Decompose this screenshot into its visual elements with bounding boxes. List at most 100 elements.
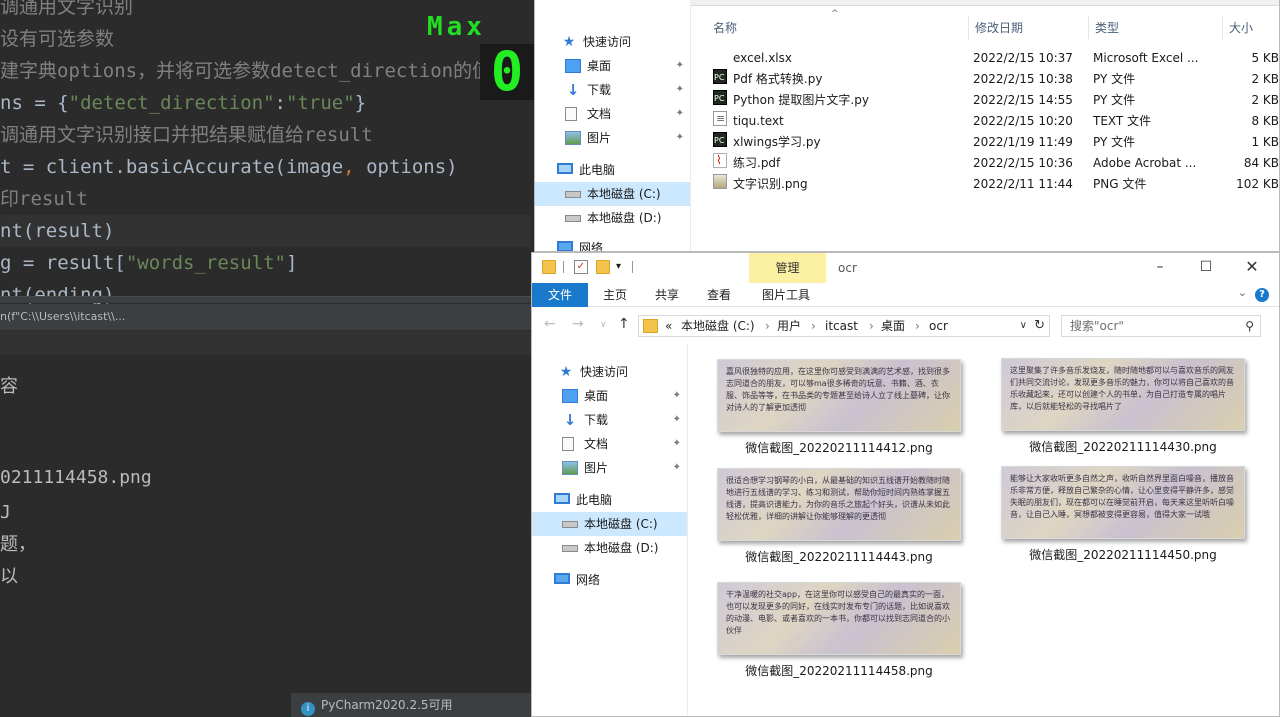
thumbnail-preview[interactable]: 这里聚集了许多音乐发烧友，随时随地都可以与喜欢音乐的网友们共同交流讨论，发现更多… (1001, 358, 1245, 431)
output-line: 0211114458.png (0, 467, 152, 488)
column-header-type[interactable]: 类型 (1089, 16, 1223, 40)
nav-item-document[interactable]: 文档 ✦ (535, 102, 690, 126)
this-pc-icon (554, 493, 570, 504)
tab-manage[interactable]: 管理 (749, 253, 826, 283)
panel-splitter[interactable] (0, 296, 531, 303)
breadcrumb-ocr[interactable]: ocr (929, 316, 948, 336)
breadcrumb-local-disk-c[interactable]: 本地磁盘 (C:) (681, 316, 755, 336)
tab-share[interactable]: 共享 (648, 283, 686, 307)
code-comment-line[interactable]: 设有可选参数 (0, 23, 114, 55)
address-dropdown-icon[interactable]: ∨ (1020, 316, 1027, 336)
pin-icon[interactable]: ✦ (676, 54, 684, 78)
nav-item-pictures[interactable]: 图片 ✦ (535, 126, 690, 150)
run-tab-bar[interactable]: n(f"C:\\Users\\itcast\\... (0, 304, 531, 330)
thumbnail-preview[interactable]: 嘉风很独特的应用，在这里你可感受到满满的艺术感，找到很多志同道合的朋友，可以够m… (717, 359, 961, 432)
thumbnail-filename[interactable]: 微信截图_20220211114430.png (981, 438, 1265, 455)
nav-item-desktop[interactable]: 桌面 ✦ (532, 384, 687, 408)
pin-icon[interactable]: ✦ (673, 408, 681, 432)
nav-item-pictures[interactable]: 图片 ✦ (532, 456, 687, 480)
pictures-icon (565, 131, 581, 145)
file-row[interactable]: tiqu.text 2022/2/15 10:20 TEXT 文件 8 KB (707, 108, 1279, 132)
column-header-name[interactable]: 名称 (707, 16, 969, 40)
title-bar[interactable]: ✓ ▾ 管理 ocr – ☐ ✕ (532, 253, 1279, 283)
run-config-label[interactable]: n(f"C:\\Users\\itcast\\... (0, 310, 125, 323)
file-row[interactable]: Python 提取图片文字.py 2022/2/15 14:55 PY 文件 2 KB (707, 88, 1279, 111)
new-folder-icon[interactable] (596, 260, 610, 274)
minimize-button[interactable]: – (1137, 253, 1183, 283)
pin-icon[interactable]: ✦ (673, 384, 681, 408)
tab-view[interactable]: 查看 (700, 283, 738, 307)
nav-item-disk[interactable]: 本地磁盘 (D:) (532, 536, 687, 560)
pin-icon[interactable]: ✦ (676, 126, 684, 150)
recent-dropdown-icon[interactable]: ∨ (600, 320, 607, 330)
pin-icon[interactable]: ✦ (673, 456, 681, 480)
thumbnail-preview[interactable]: 能够让大家收听更多自然之声，收听自然界里面白噪音，播放音乐非常方便，释放自己繁杂… (1001, 466, 1245, 539)
code-comment-line[interactable]: 建字典options，并将可选参数detect_direction的值设 (0, 55, 510, 87)
file-row[interactable]: Pdf 格式转换.py 2022/2/15 10:38 PY 文件 2 KB (707, 67, 1279, 90)
nav-item-network[interactable]: 网络 (532, 568, 687, 592)
nav-item-this-pc[interactable]: 此电脑 (532, 488, 687, 512)
search-icon[interactable]: ⚲ (1245, 316, 1254, 336)
pycharm-editor: 调通用文字识别 设有可选参数 建字典options，并将可选参数detect_dir… (0, 0, 531, 717)
up-arrow-icon[interactable]: ↑ (618, 316, 630, 332)
thumbnail-filename[interactable]: 微信截图_20220211114443.png (697, 548, 981, 565)
thumbnail-filename[interactable]: 微信截图_20220211114450.png (981, 546, 1265, 563)
properties-icon[interactable]: ✓ (574, 260, 588, 274)
nav-item-disk[interactable]: 本地磁盘 (C:) (532, 512, 687, 536)
nav-item-download[interactable]: ↓ 下载 ✦ (535, 78, 690, 102)
expand-ribbon-icon[interactable]: ⌄ (1238, 286, 1247, 299)
file-row[interactable]: excel.xlsx 2022/2/15 10:37 Microsoft Excel… (707, 48, 1279, 69)
nav-item-document[interactable]: 文档 ✦ (532, 432, 687, 456)
nav-item-star[interactable]: ★ 快速访问 (532, 360, 687, 384)
thumbnail-filename[interactable]: 微信截图_20220211114412.png (697, 439, 981, 456)
pin-icon[interactable]: ✦ (676, 78, 684, 102)
tab-home[interactable]: 主页 (596, 283, 634, 307)
breadcrumb-desktop[interactable]: 桌面 (881, 316, 905, 336)
quick-access-dropdown-icon[interactable]: ▾ (616, 260, 630, 274)
nav-item-this-pc[interactable]: 此电脑 (535, 158, 690, 182)
nav-item-desktop[interactable]: 桌面 ✦ (535, 54, 690, 78)
code-comment-line[interactable]: 印result (0, 183, 88, 215)
column-header-modified[interactable]: 修改日期 (969, 16, 1089, 40)
address-bar[interactable]: « 本地磁盘 (C:) › 用户 › itcast › 桌面 › ocr ∨ ↻ (638, 315, 1050, 337)
output-line: 题， (0, 534, 36, 555)
update-notification[interactable]: i PyCharm2020.2.5可用 (291, 693, 531, 717)
breadcrumb-users[interactable]: 用户 (777, 316, 801, 336)
code-line[interactable]: ns = {"detect_direction":"true"} (0, 87, 366, 119)
file-row[interactable]: 文字识别.png 2022/2/11 11:44 PNG 文件 102 KB (707, 174, 1279, 195)
back-arrow-icon[interactable]: ← (544, 316, 556, 332)
code-line[interactable]: g = result["words_result"] (0, 247, 297, 279)
thumbnail-filename[interactable]: 微信截图_20220211114458.png (697, 662, 981, 679)
help-icon[interactable]: ? (1255, 288, 1269, 302)
code-comment-line[interactable]: 调通用文字识别接口并把结果赋值给result (0, 119, 373, 151)
nav-item-download[interactable]: ↓ 下载 ✦ (532, 408, 687, 432)
breadcrumb-itcast[interactable]: itcast (825, 316, 858, 336)
pin-icon[interactable]: ✦ (676, 102, 684, 126)
close-button[interactable]: ✕ (1229, 253, 1275, 283)
nav-item-network[interactable]: 网络 (535, 236, 690, 251)
tab-picture-tools[interactable]: 图片工具 (756, 283, 816, 307)
code-line[interactable]: nt(result) (0, 215, 531, 247)
file-row[interactable]: 练习.pdf 2022/2/15 10:36 Adobe Acrobat ... 84… (707, 150, 1279, 174)
address-bar-partial[interactable] (641, 0, 1279, 6)
thumbnail-preview[interactable]: 干净温暖的社交app，在这里你可以感受自己的最真实的一面，也可以发现更多的同好，… (717, 582, 961, 655)
file-type: Adobe Acrobat ... (1093, 156, 1197, 170)
tab-file[interactable]: 文件 (532, 283, 588, 307)
nav-item-disk[interactable]: 本地磁盘 (C:) (535, 182, 690, 206)
divider (632, 261, 633, 273)
chevron-right-icon: › (765, 319, 770, 333)
refresh-icon[interactable]: ↻ (1034, 316, 1045, 336)
nav-item-disk[interactable]: 本地磁盘 (D:) (535, 206, 690, 230)
maximize-button[interactable]: ☐ (1183, 253, 1229, 283)
code-line[interactable]: t = client.basicAccurate(image, options) (0, 151, 458, 183)
pin-icon[interactable]: ✦ (673, 432, 681, 456)
search-box[interactable]: 搜索"ocr" ⚲ (1061, 315, 1261, 337)
thumbnail-preview[interactable]: 很适合想学习钢琴的小白，从最基础的知识五线谱开始教随时随地进行五线谱的学习、练习… (717, 468, 961, 541)
file-row[interactable]: xlwings学习.py 2022/1/19 11:49 PY 文件 1 KB (707, 130, 1279, 153)
forward-arrow-icon[interactable]: → (572, 316, 584, 332)
column-header-size[interactable]: 大小 (1223, 16, 1279, 40)
nav-item-star[interactable]: ★ 快速访问 (535, 30, 690, 54)
code-comment-line[interactable]: 调通用文字识别 (0, 0, 133, 23)
breadcrumb-overflow[interactable]: « (665, 316, 672, 336)
folder-icon (542, 260, 556, 274)
